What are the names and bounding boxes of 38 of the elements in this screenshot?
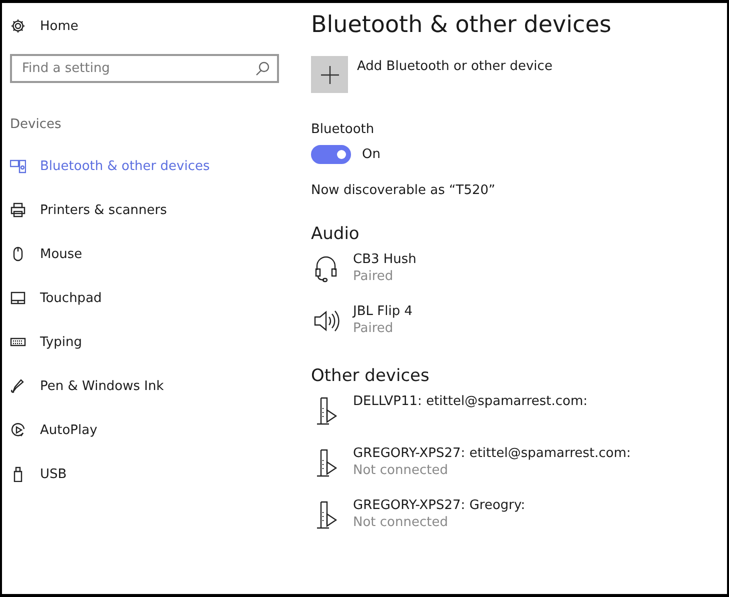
section-heading: Devices	[10, 117, 62, 132]
device-name[interactable]: DELLVP11: etittel@spamarrest.com:	[353, 394, 588, 409]
printer-icon	[10, 202, 26, 218]
device-name[interactable]: GREGORY-XPS27: etittel@spamarrest.com:	[353, 446, 631, 461]
toggle-state: On	[362, 147, 380, 162]
nav-item[interactable]: Pen & Windows Ink	[2, 376, 300, 396]
search-field[interactable]: Find a setting	[10, 54, 279, 83]
gear-icon	[10, 18, 26, 34]
device-status: Paired	[353, 321, 394, 336]
page-title: Bluetooth & other devices	[311, 12, 612, 38]
nav-item[interactable]: Mouse	[2, 244, 300, 264]
nav-item[interactable]: Typing	[2, 332, 300, 352]
discoverable-text: Now discoverable as “T520”	[311, 183, 496, 198]
device-name[interactable]: JBL Flip 4	[353, 304, 412, 319]
plus-icon	[320, 66, 338, 84]
nav-item[interactable]: USB	[2, 464, 300, 484]
device-status: Not connected	[353, 515, 449, 530]
pen-icon	[10, 378, 26, 394]
device-status: Not connected	[353, 463, 449, 478]
nav-item[interactable]: Touchpad	[2, 288, 300, 308]
keyboard-speaker-icon	[10, 158, 26, 174]
headset-icon	[313, 254, 339, 284]
home-link[interactable]: Home	[2, 16, 300, 36]
add-button[interactable]	[311, 56, 348, 93]
nav-item[interactable]: Printers & scanners	[2, 200, 300, 220]
toggle-switch[interactable]	[311, 145, 351, 164]
add-device-link[interactable]: Add Bluetooth or other device	[357, 59, 552, 74]
section-heading: Audio	[311, 224, 360, 244]
autoplay-icon	[10, 422, 26, 438]
section-heading: Other devices	[311, 366, 430, 386]
search-icon	[255, 61, 270, 76]
device-name[interactable]: CB3 Hush	[353, 252, 416, 267]
device-name[interactable]: GREGORY-XPS27: Greogry:	[353, 498, 526, 513]
touchpad-icon	[10, 290, 26, 306]
nav-item[interactable]: AutoPlay	[2, 420, 300, 440]
device-status: Paired	[353, 269, 394, 284]
setting-label: Bluetooth	[311, 122, 374, 137]
nav-item[interactable]: Bluetooth & other devices	[2, 156, 300, 176]
